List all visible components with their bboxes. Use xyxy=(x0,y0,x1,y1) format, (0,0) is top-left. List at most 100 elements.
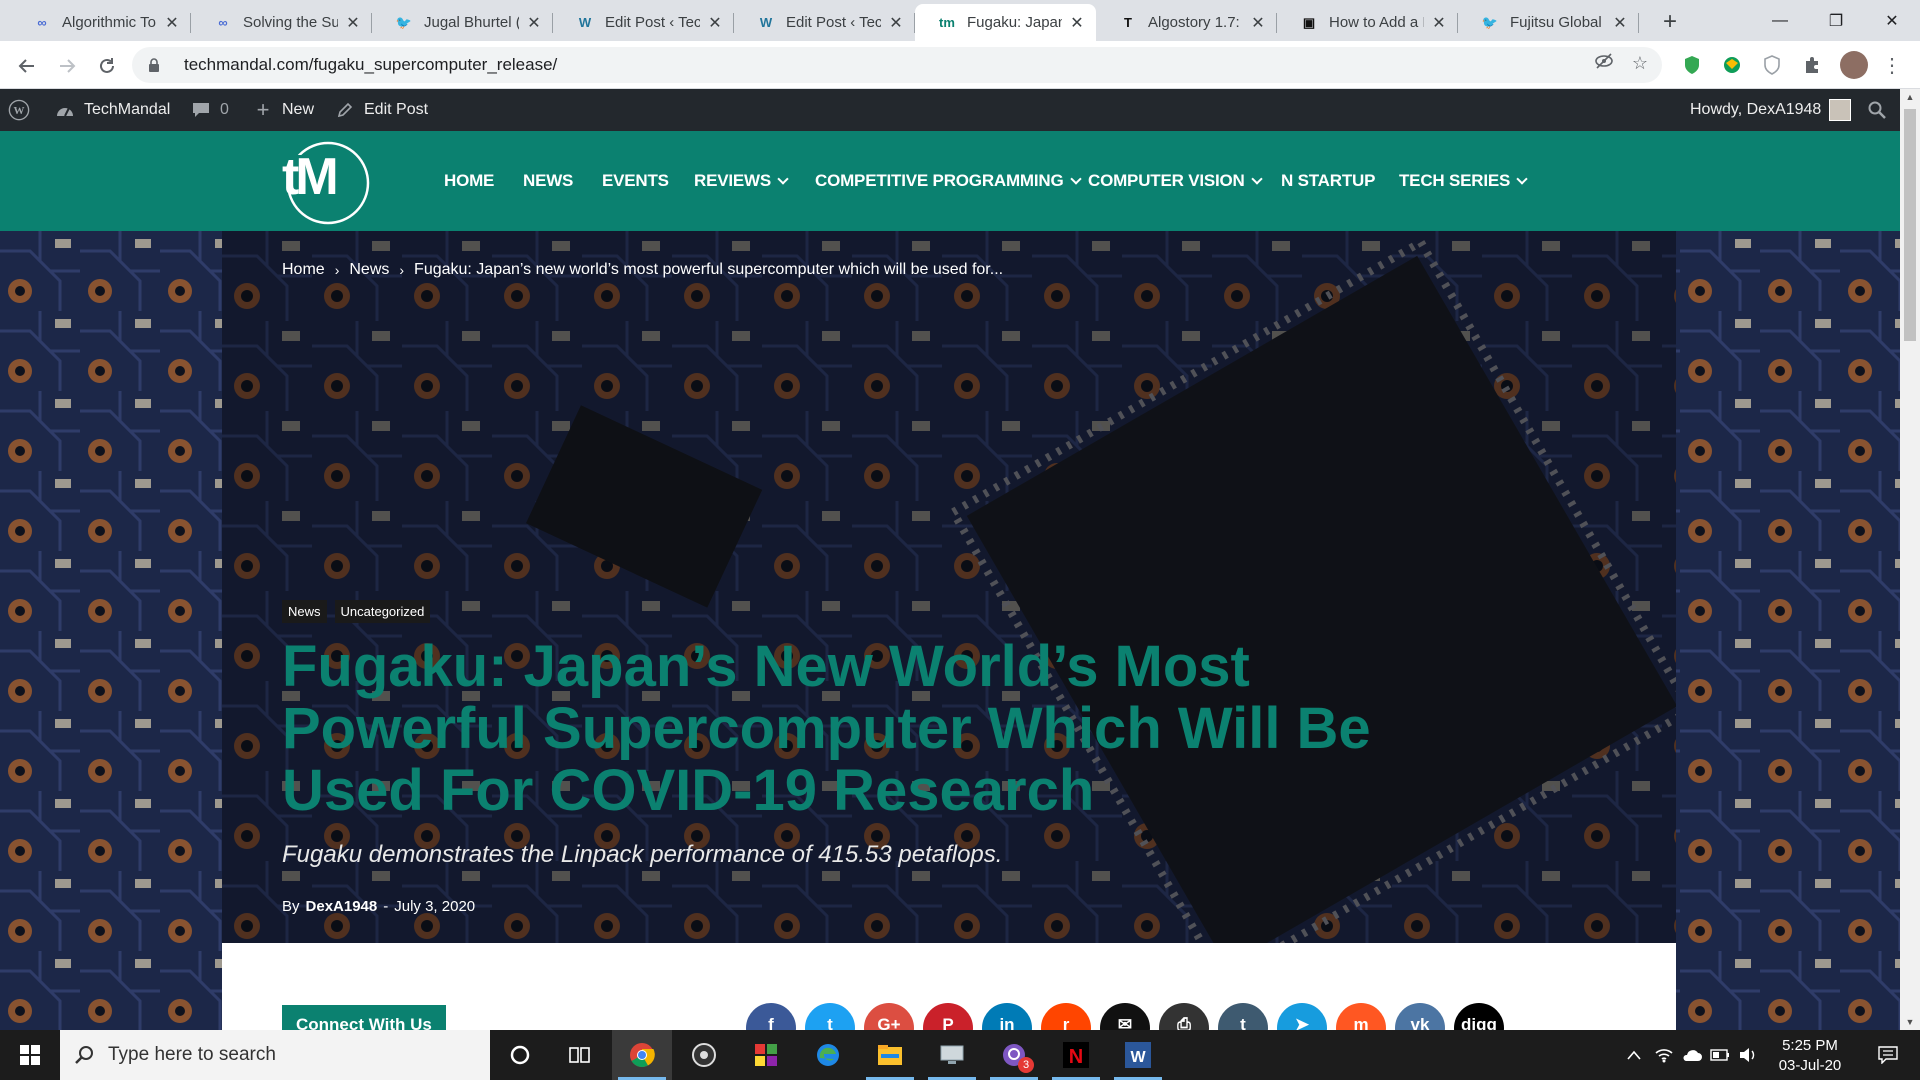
netflix-taskbar-icon[interactable]: N xyxy=(1046,1030,1106,1080)
share-digg-button[interactable]: digg xyxy=(1454,1003,1504,1030)
volume-icon[interactable] xyxy=(1736,1030,1760,1080)
scroll-thumb[interactable] xyxy=(1904,109,1916,341)
battery-icon[interactable] xyxy=(1708,1030,1732,1080)
browser-tab[interactable]: W Edit Post ‹ Tech ✕ xyxy=(734,4,915,41)
tab-close-icon[interactable]: ✕ xyxy=(706,14,724,32)
edge-taskbar-icon[interactable] xyxy=(798,1030,858,1080)
shield-extension-icon[interactable] xyxy=(1680,53,1704,77)
app-grid-taskbar-icon[interactable] xyxy=(736,1030,796,1080)
wp-comments-menu[interactable]: 0 xyxy=(190,89,229,131)
wp-my-account-menu[interactable]: Howdy, DexA1948 xyxy=(1690,89,1852,131)
cortana-icon[interactable] xyxy=(490,1030,550,1080)
tab-close-icon[interactable]: ✕ xyxy=(163,14,181,32)
wp-edit-post-link[interactable]: Edit Post xyxy=(334,89,428,131)
remote-desktop-taskbar-icon[interactable] xyxy=(922,1030,982,1080)
wordpress-logo-menu[interactable]: W xyxy=(8,89,30,131)
tab-close-icon[interactable]: ✕ xyxy=(1249,14,1267,32)
nav-item-n-startup[interactable]: N STARTUP xyxy=(1281,131,1375,231)
task-view-icon[interactable] xyxy=(550,1030,610,1080)
page-body: Home › News › Fugaku: Japan’s new world’… xyxy=(0,231,1900,1030)
restore-button[interactable]: ❐ xyxy=(1808,0,1864,41)
show-hidden-icons-chevron[interactable] xyxy=(1622,1030,1646,1080)
viber-taskbar-icon[interactable]: 3 xyxy=(984,1030,1044,1080)
share-email-button[interactable]: ✉ xyxy=(1100,1003,1150,1030)
nav-item-news[interactable]: NEWS xyxy=(523,131,573,231)
onedrive-cloud-icon[interactable] xyxy=(1680,1030,1704,1080)
wp-site-name-menu[interactable]: TechMandal xyxy=(54,89,170,131)
share-mix-button[interactable]: m xyxy=(1336,1003,1386,1030)
lock-icon xyxy=(148,58,162,72)
breadcrumb-home[interactable]: Home xyxy=(282,261,325,279)
obs-taskbar-icon[interactable] xyxy=(674,1030,734,1080)
scroll-down-arrow[interactable]: ▼ xyxy=(1900,1014,1920,1030)
share-vk-button[interactable]: vk xyxy=(1395,1003,1445,1030)
extensions-puzzle-icon[interactable] xyxy=(1800,53,1824,77)
nav-item-events[interactable]: EVENTS xyxy=(602,131,669,231)
brave-shield-icon[interactable] xyxy=(1760,53,1784,77)
share-tumblr-button[interactable]: t xyxy=(1218,1003,1268,1030)
nav-item-home[interactable]: HOME xyxy=(444,131,494,231)
nav-item-label: N STARTUP xyxy=(1281,171,1376,190)
browser-tab[interactable]: ∞ Solving the Sur ✕ xyxy=(191,4,372,41)
tab-separator xyxy=(1638,13,1639,33)
tab-close-icon[interactable]: ✕ xyxy=(525,14,543,32)
browser-tab[interactable]: W Edit Post ‹ Tech ✕ xyxy=(553,4,734,41)
taskbar-clock[interactable]: 5:25 PM 03-Jul-20 xyxy=(1760,1036,1860,1076)
share-google-plus-button[interactable]: G+ xyxy=(864,1003,914,1030)
page-scrollbar[interactable]: ▲ ▼ xyxy=(1900,89,1920,1030)
share-print-button[interactable]: ⎙ xyxy=(1159,1003,1209,1030)
globe-extension-icon[interactable] xyxy=(1720,53,1744,77)
back-button[interactable] xyxy=(10,49,44,83)
tab-close-icon[interactable]: ✕ xyxy=(887,14,905,32)
chrome-taskbar-icon[interactable] xyxy=(612,1030,672,1080)
action-center-icon[interactable] xyxy=(1864,1030,1912,1080)
category-uncategorized[interactable]: Uncategorized xyxy=(334,600,431,623)
new-tab-button[interactable]: + xyxy=(1656,8,1684,36)
tab-close-icon[interactable]: ✕ xyxy=(1430,14,1448,32)
wordpress-icon: W xyxy=(759,15,773,30)
wp-new-menu[interactable]: + New xyxy=(252,89,314,131)
share-telegram-button[interactable]: ➤ xyxy=(1277,1003,1327,1030)
nav-item-computer-vision[interactable]: COMPUTER VISION xyxy=(1088,131,1263,231)
browser-tab[interactable]: ∞ Algorithmic To ✕ xyxy=(10,4,191,41)
wp-search-button[interactable] xyxy=(1866,89,1888,131)
profile-avatar[interactable] xyxy=(1840,51,1868,79)
nav-item-competitive-programming[interactable]: COMPETITIVE PROGRAMMING xyxy=(815,131,1082,231)
tracking-blocked-icon[interactable] xyxy=(1594,53,1614,74)
nav-item-reviews[interactable]: REVIEWS xyxy=(694,131,789,231)
techmandal-logo[interactable]: tM xyxy=(280,141,376,225)
start-button[interactable] xyxy=(0,1030,60,1080)
share-twitter-button[interactable]: t xyxy=(805,1003,855,1030)
bookmark-star-icon[interactable]: ☆ xyxy=(1632,53,1648,74)
browser-menu-icon[interactable]: ⋮ xyxy=(1880,53,1904,77)
browser-tab-active[interactable]: tm Fugaku: Japan' ✕ xyxy=(915,4,1096,41)
share-linkedin-button[interactable]: in xyxy=(982,1003,1032,1030)
reload-button[interactable] xyxy=(90,49,124,83)
word-taskbar-icon[interactable]: W xyxy=(1108,1030,1168,1080)
file-explorer-taskbar-icon[interactable] xyxy=(860,1030,920,1080)
taskbar-search-box[interactable]: Type here to search xyxy=(60,1030,490,1080)
address-bar[interactable]: techmandal.com/fugaku_supercomputer_rele… xyxy=(132,47,1662,83)
share-reddit-button[interactable]: r xyxy=(1041,1003,1091,1030)
nav-item-tech-series[interactable]: TECH SERIES xyxy=(1399,131,1528,231)
share-facebook-button[interactable]: f xyxy=(746,1003,796,1030)
browser-tab[interactable]: T Algostory 1.7: ' ✕ xyxy=(1096,4,1277,41)
tumblr-icon: t xyxy=(1240,1015,1246,1030)
minimize-button[interactable]: — xyxy=(1752,0,1808,41)
breadcrumb-news[interactable]: News xyxy=(349,261,389,279)
tab-close-icon[interactable]: ✕ xyxy=(1068,14,1086,32)
tab-close-icon[interactable]: ✕ xyxy=(1611,14,1629,32)
browser-tab[interactable]: ▣ How to Add a I ✕ xyxy=(1277,4,1458,41)
author-link[interactable]: DexA1948 xyxy=(306,898,378,915)
share-pinterest-button[interactable]: P xyxy=(923,1003,973,1030)
tab-close-icon[interactable]: ✕ xyxy=(344,14,362,32)
comment-bubble-icon xyxy=(190,99,212,121)
wordpress-icon: W xyxy=(578,15,592,30)
forward-button[interactable] xyxy=(50,49,84,83)
browser-tab[interactable]: 🐦 Fujitsu Global (✕ xyxy=(1458,4,1639,41)
browser-tab[interactable]: 🐦 Jugal Bhurtel (✕ xyxy=(372,4,553,41)
close-window-button[interactable]: ✕ xyxy=(1864,0,1920,41)
category-news[interactable]: News xyxy=(282,600,327,623)
wifi-icon[interactable] xyxy=(1652,1030,1676,1080)
scroll-up-arrow[interactable]: ▲ xyxy=(1900,89,1920,105)
